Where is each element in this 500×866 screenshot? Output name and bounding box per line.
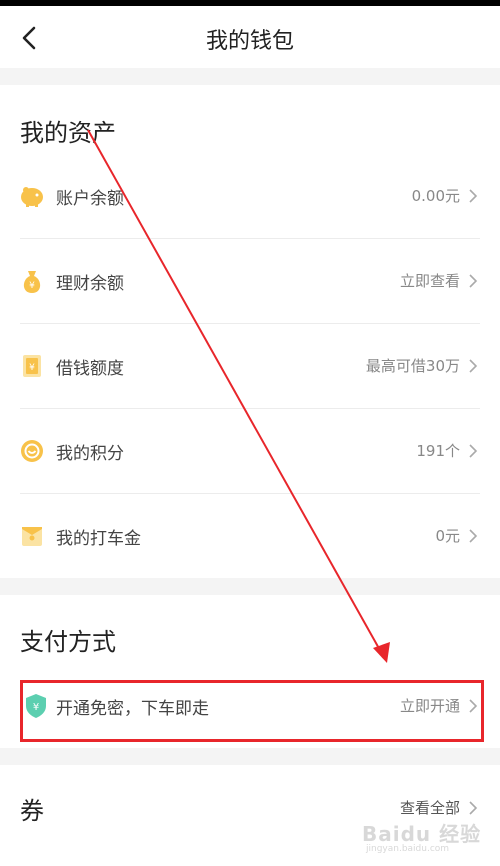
loan-card-icon: ¥ — [23, 355, 41, 377]
asset-value: 0元 — [435, 527, 460, 545]
asset-label: 我的积分 — [56, 444, 124, 464]
asset-label: 账户余额 — [56, 189, 124, 209]
asset-value: 191个 — [416, 442, 460, 460]
asset-value: 0.00元 — [411, 187, 460, 205]
asset-value: 立即查看 — [399, 272, 460, 290]
chevron-right-icon — [469, 189, 478, 203]
asset-label: 理财余额 — [56, 274, 124, 294]
asset-row-points[interactable]: 我的积分 191个 — [0, 408, 500, 493]
asset-row-taxi-fund[interactable]: 我的打车金 0元 — [0, 493, 500, 578]
asset-value: 最高可借30万 — [365, 357, 460, 375]
piggy-bank-icon — [21, 187, 43, 207]
points-icon — [21, 440, 43, 462]
asset-label: 我的打车金 — [56, 529, 141, 549]
svg-text:¥: ¥ — [29, 281, 35, 291]
section-gap — [0, 68, 500, 85]
section-gap — [0, 578, 500, 595]
watermark: Baidu 经验 jingyan.baidu.com — [362, 812, 494, 862]
watermark-logo: Baidu 经验 — [362, 822, 482, 846]
payment-section-title: 支付方式 — [20, 628, 116, 656]
chevron-right-icon — [469, 444, 478, 458]
asset-row-balance[interactable]: 账户余额 0.00元 — [0, 153, 500, 238]
asset-row-wealth[interactable]: ¥ 理财余额 立即查看 — [0, 238, 500, 323]
header: 我的钱包 — [0, 6, 500, 68]
red-envelope-icon — [22, 527, 42, 546]
page-title: 我的钱包 — [205, 29, 294, 54]
watermark-url: jingyan.baidu.com — [366, 844, 450, 854]
annotation-highlight-box — [20, 680, 484, 742]
coupons-title: 券 — [20, 797, 44, 825]
svg-text:¥: ¥ — [29, 363, 35, 373]
money-bag-icon: ¥ — [23, 271, 41, 293]
chevron-right-icon — [469, 529, 478, 543]
chevron-right-icon — [469, 274, 478, 288]
section-gap — [0, 748, 500, 765]
assets-section-title: 我的资产 — [20, 119, 116, 147]
chevron-right-icon — [469, 359, 478, 373]
asset-row-loan[interactable]: ¥ 借钱额度 最高可借30万 — [0, 323, 500, 408]
asset-label: 借钱额度 — [56, 359, 124, 379]
